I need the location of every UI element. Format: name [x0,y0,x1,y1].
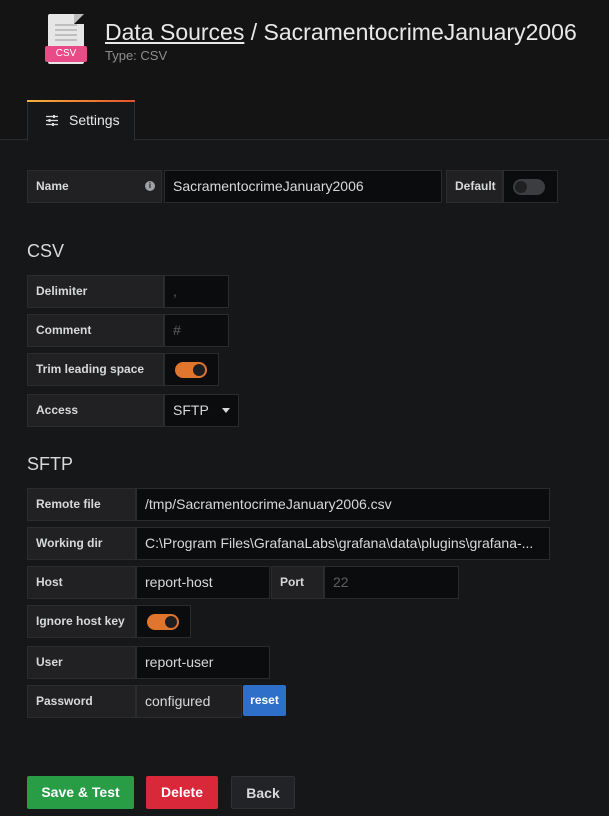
back-button[interactable]: Back [231,776,295,809]
page-header: CSV Data Sources / SacramentocrimeJanuar… [0,0,609,141]
host-label: Host [27,566,136,599]
default-toggle-box [503,170,558,203]
tab-settings[interactable]: Settings [27,100,135,141]
access-select-value: SFTP [173,402,209,418]
remote-file-label: Remote file [27,488,136,521]
chevron-down-icon [222,408,230,413]
password-field: configured [136,685,242,718]
save-and-test-button[interactable]: Save & Test [27,776,134,809]
user-label: User [27,646,136,679]
name-label: Name [27,170,162,203]
csv-file-icon: CSV [45,14,87,64]
tab-settings-label: Settings [69,112,120,128]
trim-toggle-box [164,353,219,386]
datasource-title: SacramentocrimeJanuary2006 [263,19,577,45]
ignore-host-key-toggle-box [136,605,191,638]
csv-section-title: CSV [27,241,65,261]
host-input[interactable]: report-host [136,566,270,599]
comment-input[interactable]: # [164,314,229,347]
sliders-icon [46,115,58,126]
password-reset-button[interactable]: reset [243,685,286,716]
breadcrumb-data-sources-link[interactable]: Data Sources [105,19,244,45]
sftp-section-title: SFTP [27,454,74,474]
port-label: Port [271,566,324,599]
trim-leading-space-label: Trim leading space [27,353,164,386]
delimiter-input[interactable]: , [164,275,229,308]
tab-active-indicator [27,100,135,102]
info-icon[interactable]: i [145,181,155,191]
password-label: Password [27,685,136,718]
ignore-host-key-label: Ignore host key [27,605,136,638]
default-toggle[interactable] [513,179,545,195]
delimiter-label: Delimiter [27,275,164,308]
access-select[interactable]: SFTP [164,394,239,427]
user-input[interactable]: report-user [136,646,270,679]
breadcrumb-separator: / [244,19,264,45]
remote-file-input[interactable]: /tmp/SacramentocrimeJanuary2006.csv [136,488,550,521]
delete-button[interactable]: Delete [146,776,218,809]
working-dir-input[interactable]: C:\Program Files\GrafanaLabs\grafana\dat… [136,527,550,560]
datasource-type: Type: CSV [105,48,168,63]
page-title: Data Sources / SacramentocrimeJanuary200… [105,19,577,46]
default-label: Default [446,170,503,203]
ignore-host-key-toggle[interactable] [147,614,179,630]
trim-leading-space-toggle[interactable] [175,362,207,378]
port-input[interactable]: 22 [324,566,459,599]
csv-file-tag: CSV [45,46,87,62]
working-dir-label: Working dir [27,527,136,560]
comment-label: Comment [27,314,164,347]
access-label: Access [27,394,164,427]
name-input[interactable]: SacramentocrimeJanuary2006 [164,170,442,203]
